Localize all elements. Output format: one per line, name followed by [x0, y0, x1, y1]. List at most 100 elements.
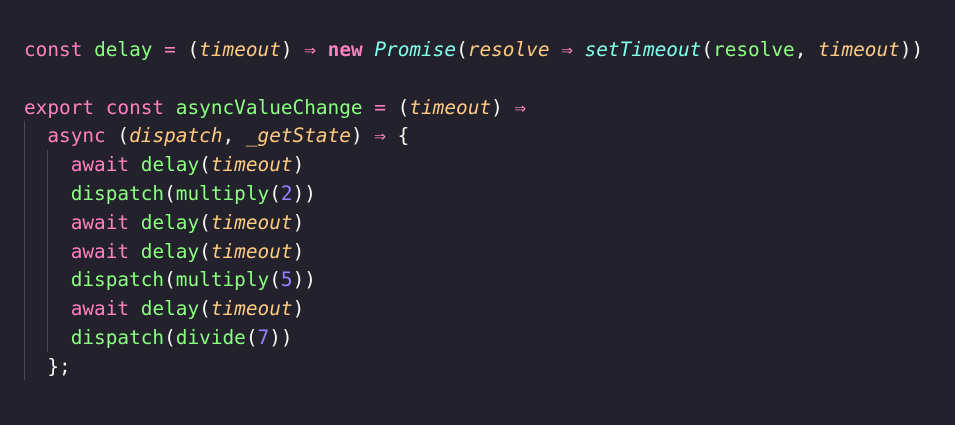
code-token: delay [140, 297, 200, 321]
code-line: export const asyncValueChange = (timeout… [24, 93, 526, 122]
code-token: ) [292, 210, 305, 234]
code-token: ( [701, 38, 714, 61]
code-token: = [374, 95, 386, 119]
code-token: export [24, 95, 95, 119]
code-token: resolve [467, 38, 550, 61]
code-line: await delay(timeout) [24, 237, 305, 266]
code-token: delay [140, 153, 200, 177]
code-token: ( [164, 182, 176, 205]
code-editor[interactable]: const delay = (timeout) ⇒ new Promise(re… [0, 0, 955, 425]
code-line: const delay = (timeout) ⇒ new Promise(re… [24, 35, 923, 64]
code-line: await delay(timeout) [24, 150, 305, 179]
code-token: multiply [175, 268, 270, 292]
code-token: multiply [175, 182, 270, 205]
code-token: ( [269, 268, 281, 292]
code-token: ( [164, 326, 176, 349]
code-token: await [70, 153, 130, 177]
code-token: dispatch [70, 268, 165, 292]
code-token: await [70, 239, 130, 263]
code-token: timeout [199, 38, 281, 61]
code-token: ( [105, 124, 130, 148]
code-token: ) [280, 38, 305, 61]
code-token: await [70, 210, 130, 234]
code-line: await delay(timeout) [24, 294, 305, 323]
code-token: 5 [280, 268, 293, 292]
code-line: dispatch(multiply(2)) [24, 179, 316, 208]
code-token: ( [199, 153, 211, 177]
code-token: resolve [713, 38, 795, 61]
code-token: ) [292, 297, 305, 321]
code-token: timeout [818, 38, 900, 61]
code-token: timeout [409, 95, 492, 119]
code-token: )) [292, 268, 316, 292]
code-token: ( [164, 268, 176, 292]
code-token: ( [245, 326, 258, 349]
code-token: , [222, 124, 246, 148]
code-token: new [327, 38, 363, 61]
code-token: ⇒ [561, 38, 573, 61]
code-token: ( [199, 297, 211, 321]
code-token: 7 [257, 326, 270, 349]
code-token: ) [350, 124, 375, 148]
code-token: await [70, 297, 130, 321]
code-token: ( [385, 95, 410, 119]
code-line: await delay(timeout) [24, 208, 305, 237]
code-token: delay [140, 239, 200, 263]
code-token: const [24, 38, 83, 61]
code-token: dispatch [129, 124, 223, 148]
code-token: ⇒ [374, 124, 386, 148]
code-token: )) [269, 326, 293, 349]
code-token: ⇒ [514, 95, 527, 119]
code-token: ) [491, 95, 515, 119]
code-line: dispatch(multiply(5)) [24, 265, 316, 294]
code-token: ⇒ [304, 38, 316, 61]
code-token: Promise [374, 38, 457, 61]
code-token: )) [899, 38, 924, 61]
code-token: ( [199, 210, 211, 234]
code-token: , [794, 38, 819, 61]
code-token: 2 [280, 182, 293, 205]
code-token: timeout [210, 153, 293, 177]
code-token: const [105, 95, 165, 119]
code-token: delay [140, 210, 200, 234]
code-token: timeout [210, 210, 293, 234]
code-token: timeout [210, 297, 293, 321]
code-line: }; [24, 352, 71, 381]
code-token: divide [175, 326, 246, 349]
code-token: = [164, 38, 176, 61]
code-token: _getState [245, 124, 351, 148]
code-token: ) [292, 239, 305, 263]
code-token: timeout [210, 239, 293, 263]
code-token: async [47, 124, 106, 148]
code-token: { [385, 124, 410, 148]
code-token: )) [292, 182, 316, 205]
code-token: setTimeout [584, 38, 702, 61]
code-line: async (dispatch, _getState) ⇒ { [24, 121, 409, 150]
code-token: ( [199, 239, 211, 263]
code-token: ( [175, 38, 200, 61]
code-token: ( [456, 38, 468, 61]
code-token: }; [47, 354, 71, 378]
